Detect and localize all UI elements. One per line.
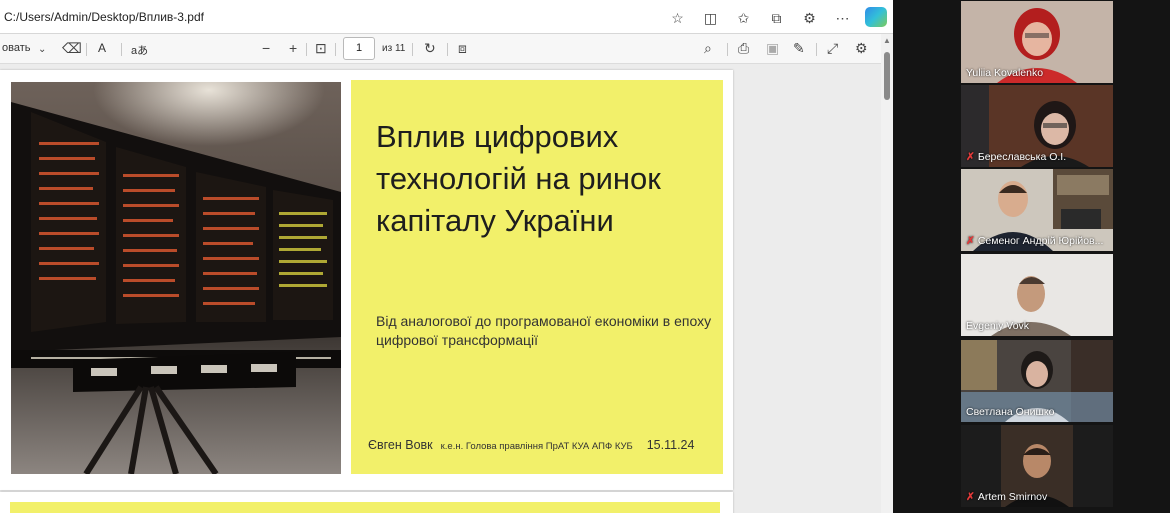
participant-tile[interactable]: Yuliia Kovalenko <box>961 1 1113 83</box>
page-total: из 11 <box>382 43 406 54</box>
fullscreen-icon[interactable]: ⤢ <box>827 40 838 56</box>
slide-subtitle: Від аналогової до програмованої економік… <box>376 313 712 348</box>
author-position: к.е.н. Голова правління ПрАТ КУА АПФ КУБ <box>440 441 633 452</box>
copilot-icon[interactable] <box>865 7 887 27</box>
mic-muted-icon: ✗ <box>966 235 975 247</box>
page-2-slide-top <box>10 502 720 513</box>
screen: C:/Users/Admin/Desktop/Вплив-3.pdf ☆ ◫ ✩… <box>0 0 1170 513</box>
participant-tile[interactable]: ✗ Береславська О.І. <box>961 85 1113 167</box>
translate-button[interactable]: aあ <box>131 42 148 58</box>
participant-tile[interactable]: ✗ Artem Smirnov <box>961 425 1113 507</box>
collections-icon[interactable]: ⧉ <box>760 7 793 29</box>
participant-name: ✗ Береславська О.І. <box>966 151 1067 163</box>
more-icon[interactable]: ⋯ <box>826 7 859 29</box>
participant-name: Yuliia Kovalenko <box>966 67 1044 79</box>
draw-button-label[interactable]: овать <box>2 42 30 54</box>
favorite-star-icon[interactable]: ☆ <box>661 7 694 29</box>
read-aloud-button[interactable]: A <box>98 41 106 55</box>
stock-board-photo <box>11 82 341 474</box>
save-icon[interactable]: ▣ <box>766 40 779 56</box>
toolbar-divider <box>447 43 448 56</box>
page-view-icon[interactable]: ⧈ <box>458 40 467 56</box>
scrollbar-thumb[interactable] <box>884 52 890 100</box>
address-bar: C:/Users/Admin/Desktop/Вплив-3.pdf ☆ ◫ ✩… <box>0 0 893 34</box>
participant-name: ✗ Artem Smirnov <box>966 491 1048 503</box>
pdf-toolbar: овать ⌄ ⌫ A aあ − + ⊡ 1 из 11 ↻ ⧈ ⌕ ⎙ ▣ ✎… <box>0 34 893 64</box>
print-icon[interactable]: ⎙ <box>738 40 749 56</box>
participant-tile[interactable]: Светлана Онишко <box>961 340 1113 422</box>
rotate-icon[interactable]: ↻ <box>424 40 436 56</box>
participant-name: Светлана Онишко <box>966 406 1055 418</box>
toolbar-divider <box>121 43 122 56</box>
zoom-in-button[interactable]: + <box>289 40 297 56</box>
toolbar-divider <box>816 43 817 56</box>
settings-gear-icon[interactable]: ⚙ <box>855 40 868 56</box>
participant-name: ✗ Семеног Андрій Юрійов... <box>966 235 1104 247</box>
toolbar-divider <box>412 43 413 56</box>
vertical-scrollbar[interactable]: ▲ <box>881 34 893 513</box>
slide-date: 15.11.24 <box>646 438 695 452</box>
search-icon[interactable]: ⌕ <box>704 40 712 56</box>
slide-footer: Євген Вовк к.е.н. Голова правління ПрАТ К… <box>368 436 694 454</box>
video-conference-panel: Yuliia Kovalenko ✗ Береславська О.І. ✗ С… <box>893 0 1170 513</box>
toolbar-divider <box>306 43 307 56</box>
browser-window: C:/Users/Admin/Desktop/Вплив-3.pdf ☆ ◫ ✩… <box>0 0 893 513</box>
pdf-page-2 <box>0 492 733 513</box>
slide-title: Вплив цифрових технологій на ринок капіт… <box>376 119 661 238</box>
mic-muted-icon: ✗ <box>966 151 975 163</box>
stock-board-illustration <box>11 82 341 474</box>
participant-tile-active-speaker[interactable]: Evgeniy Vovk <box>961 254 1113 336</box>
mic-muted-icon: ✗ <box>966 491 975 503</box>
title-slide: Вплив цифрових технологій на ринок капіт… <box>351 80 723 474</box>
favorites-list-icon[interactable]: ✩ <box>727 7 760 29</box>
eraser-icon[interactable]: ⌫ <box>62 40 82 56</box>
url-text[interactable]: C:/Users/Admin/Desktop/Вплив-3.pdf <box>4 10 204 24</box>
address-bar-icons: ☆ ◫ ✩ ⧉ ⚙ ⋯ <box>661 7 887 29</box>
page-number-input[interactable]: 1 <box>343 37 375 60</box>
toolbar-divider <box>335 43 336 56</box>
fit-page-icon[interactable]: ⊡ <box>315 40 327 56</box>
split-screen-icon[interactable]: ◫ <box>694 7 727 29</box>
chevron-down-icon[interactable]: ⌄ <box>38 42 46 58</box>
toolbar-divider <box>727 43 728 56</box>
participant-name: Evgeniy Vovk <box>966 320 1030 332</box>
participant-tile[interactable]: ✗ Семеног Андрій Юрійов... <box>961 169 1113 251</box>
toolbar-divider <box>86 43 87 56</box>
zoom-out-button[interactable]: − <box>262 40 270 56</box>
save-as-icon[interactable]: ✎ <box>793 40 805 56</box>
scroll-up-icon[interactable]: ▲ <box>883 36 891 45</box>
author-name: Євген Вовк <box>368 438 433 452</box>
extensions-icon[interactable]: ⚙ <box>793 7 826 29</box>
pdf-viewer[interactable]: Вплив цифрових технологій на ринок капіт… <box>0 64 893 513</box>
pdf-page-1: Вплив цифрових технологій на ринок капіт… <box>0 70 733 490</box>
